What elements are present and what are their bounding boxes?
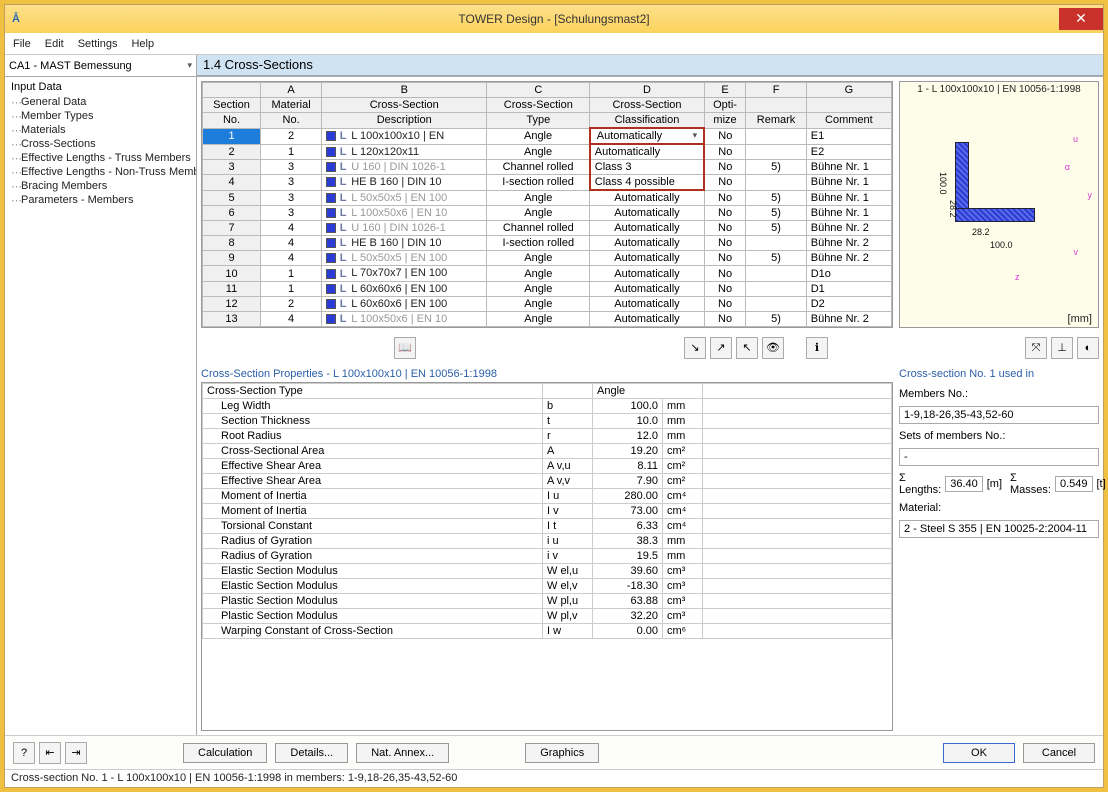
- props-row[interactable]: Effective Shear AreaA v,u8.11cm²: [203, 458, 892, 473]
- table-row[interactable]: 84L HE B 160 | DIN 10I-section rolledAut…: [203, 236, 892, 251]
- next-icon[interactable]: ⇥: [65, 742, 87, 764]
- info-icon[interactable]: ℹ: [806, 337, 828, 359]
- pick-icon[interactable]: ↖: [736, 337, 758, 359]
- used-in-label: Cross-section No. 1 used in: [899, 368, 1099, 380]
- tree-item[interactable]: Cross-Sections: [21, 137, 190, 151]
- app-icon: Å: [5, 13, 27, 25]
- axes-icon[interactable]: ⤧: [1025, 337, 1047, 359]
- tree-item[interactable]: Effective Lengths - Truss Members: [21, 151, 190, 165]
- dimension-icon[interactable]: ⊥: [1051, 337, 1073, 359]
- library-icon[interactable]: 📖: [394, 337, 416, 359]
- nat-annex-button[interactable]: Nat. Annex...: [356, 743, 449, 763]
- material-label: Material:: [899, 502, 1099, 514]
- status-bar: Cross-section No. 1 - L 100x100x10 | EN …: [5, 769, 1103, 787]
- table-row[interactable]: 111L L 60x60x6 | EN 100AngleAutomaticall…: [203, 281, 892, 296]
- props-table[interactable]: Cross-Section TypeAngleLeg Widthb100.0mm…: [201, 382, 893, 731]
- menu-help[interactable]: Help: [131, 38, 154, 50]
- members-box[interactable]: 1-9,18-26,35-43,52-60: [899, 406, 1099, 424]
- masses-label: Σ Masses:: [1010, 472, 1051, 496]
- props-title: Cross-Section Properties - L 100x100x10 …: [201, 368, 893, 380]
- props-row[interactable]: Cross-Section TypeAngle: [203, 383, 892, 398]
- details-button[interactable]: Details...: [275, 743, 348, 763]
- export-icon[interactable]: ↘: [684, 337, 706, 359]
- tree-item[interactable]: Effective Lengths - Non-Truss Members: [21, 165, 190, 179]
- case-combo[interactable]: CA1 - MAST Bemessung: [5, 55, 197, 76]
- table-row[interactable]: 63L L 100x50x6 | EN 10AngleAutomatically…: [203, 206, 892, 221]
- props-row[interactable]: Root Radiusr12.0mm: [203, 428, 892, 443]
- table-row[interactable]: 53L L 50x50x5 | EN 100AngleAutomatically…: [203, 190, 892, 206]
- props-row[interactable]: Cross-Sectional AreaA19.20cm²: [203, 443, 892, 458]
- title-bar: Å TOWER Design - [Schulungsmast2] ✕: [5, 5, 1103, 33]
- masses-value: 0.549: [1055, 476, 1093, 492]
- menu-bar: File Edit Settings Help: [5, 33, 1103, 55]
- section-preview: 1 - L 100x100x10 | EN 10056-1:1998 100.0…: [899, 81, 1099, 328]
- members-label: Members No.:: [899, 388, 1099, 400]
- tree-root[interactable]: Input Data: [11, 81, 190, 93]
- table-row[interactable]: 43L HE B 160 | DIN 10I-section rolledCla…: [203, 175, 892, 191]
- props-row[interactable]: Elastic Section ModulusW el,u39.60cm³: [203, 563, 892, 578]
- props-row[interactable]: Effective Shear AreaA v,v7.90cm²: [203, 473, 892, 488]
- section-title: 1.4 Cross-Sections: [197, 55, 1103, 76]
- table-row[interactable]: 94L L 50x50x5 | EN 100AngleAutomatically…: [203, 251, 892, 266]
- lengths-value: 36.40: [945, 476, 983, 492]
- tree-item[interactable]: Member Types: [21, 109, 190, 123]
- cross-sections-table[interactable]: ABCDEFGSectionMaterialCross-SectionCross…: [201, 81, 893, 328]
- window-title: TOWER Design - [Schulungsmast2]: [5, 12, 1103, 26]
- tree-item[interactable]: General Data: [21, 95, 190, 109]
- table-row[interactable]: 74L U 160 | DIN 1026-1Channel rolledAuto…: [203, 221, 892, 236]
- table-row[interactable]: 21L L 120x120x11AngleAutomaticallyNoE2: [203, 144, 892, 160]
- props-row[interactable]: Plastic Section ModulusW pl,v32.20cm³: [203, 608, 892, 623]
- stress-icon[interactable]: ◐: [1077, 337, 1099, 359]
- props-row[interactable]: Radius of Gyrationi u38.3mm: [203, 533, 892, 548]
- help-icon[interactable]: ?: [13, 742, 35, 764]
- tree-item[interactable]: Bracing Members: [21, 179, 190, 193]
- menu-edit[interactable]: Edit: [45, 38, 64, 50]
- props-row[interactable]: Moment of InertiaI v73.00cm⁴: [203, 503, 892, 518]
- props-row[interactable]: Moment of InertiaI u280.00cm⁴: [203, 488, 892, 503]
- cancel-button[interactable]: Cancel: [1023, 743, 1095, 763]
- props-row[interactable]: Section Thicknesst10.0mm: [203, 413, 892, 428]
- preview-title: 1 - L 100x100x10 | EN 10056-1:1998: [900, 84, 1098, 95]
- props-row[interactable]: Torsional ConstantI t6.33cm⁴: [203, 518, 892, 533]
- menu-settings[interactable]: Settings: [78, 38, 118, 50]
- sets-label: Sets of members No.:: [899, 430, 1099, 442]
- table-row[interactable]: 33L U 160 | DIN 1026-1Channel rolledClas…: [203, 160, 892, 175]
- close-button[interactable]: ✕: [1059, 8, 1103, 30]
- tree-item[interactable]: Parameters - Members: [21, 193, 190, 207]
- props-row[interactable]: Radius of Gyrationi v19.5mm: [203, 548, 892, 563]
- menu-file[interactable]: File: [13, 38, 31, 50]
- table-row[interactable]: 101L L 70x70x7 | EN 100AngleAutomaticall…: [203, 266, 892, 281]
- props-row[interactable]: Elastic Section ModulusW el,v-18.30cm³: [203, 578, 892, 593]
- eye-icon[interactable]: 👁: [762, 337, 784, 359]
- prev-icon[interactable]: ⇤: [39, 742, 61, 764]
- lengths-label: Σ Lengths:: [899, 472, 941, 496]
- table-row[interactable]: 122L L 60x60x6 | EN 100AngleAutomaticall…: [203, 296, 892, 311]
- material-box[interactable]: 2 - Steel S 355 | EN 10025-2:2004-11: [899, 520, 1099, 538]
- import-icon[interactable]: ↗: [710, 337, 732, 359]
- table-row[interactable]: 134L L 100x50x6 | EN 10AngleAutomaticall…: [203, 311, 892, 326]
- calculation-button[interactable]: Calculation: [183, 743, 267, 763]
- ok-button[interactable]: OK: [943, 743, 1015, 763]
- preview-unit: [mm]: [1068, 313, 1092, 325]
- props-row[interactable]: Warping Constant of Cross-SectionI w0.00…: [203, 623, 892, 638]
- sets-box[interactable]: -: [899, 448, 1099, 466]
- tree-item[interactable]: Materials: [21, 123, 190, 137]
- table-row[interactable]: 12L L 100x100x10 | ENAngleAutomaticallyA…: [203, 128, 892, 144]
- props-row[interactable]: Leg Widthb100.0mm: [203, 398, 892, 413]
- nav-tree[interactable]: Input Data General DataMember TypesMater…: [5, 77, 197, 735]
- graphics-button[interactable]: Graphics: [525, 743, 599, 763]
- props-row[interactable]: Plastic Section ModulusW pl,u63.88cm³: [203, 593, 892, 608]
